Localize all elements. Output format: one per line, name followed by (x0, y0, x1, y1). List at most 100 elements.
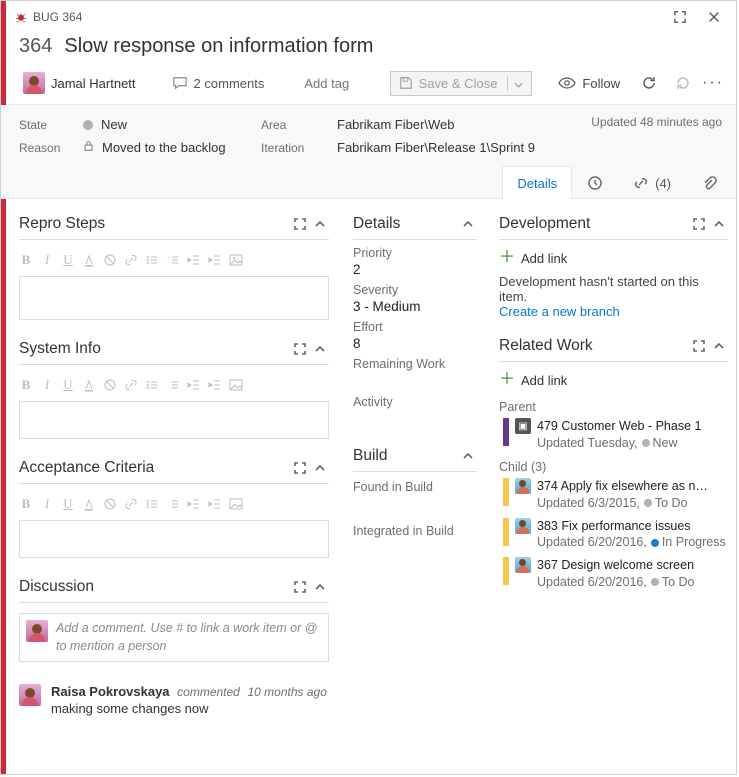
chevron-up-icon[interactable] (710, 215, 728, 233)
related-item[interactable]: 383 Fix performance issuesUpdated 6/20/2… (503, 518, 728, 552)
meta-area: Updated 48 minutes ago State New Area Fa… (1, 105, 736, 199)
clear-format-icon[interactable] (103, 377, 117, 393)
discussion-title: Discussion (19, 578, 291, 596)
outdent-icon[interactable] (187, 496, 201, 512)
updated-text: Updated 48 minutes ago (591, 115, 722, 129)
dev-add-link-button[interactable]: ＋ Add link (499, 246, 728, 270)
expand-icon[interactable] (291, 578, 309, 596)
comments-button[interactable]: 2 comments (162, 74, 275, 93)
repro-rte-toolbar[interactable]: B I U 1 (19, 250, 329, 272)
chevron-up-icon[interactable] (459, 215, 477, 233)
font-color-icon[interactable] (82, 377, 96, 393)
history-icon (587, 175, 603, 191)
related-item[interactable]: 374 Apply fix elsewhere as n…Updated 6/3… (503, 478, 728, 512)
related-item[interactable]: ▣ 479 Customer Web - Phase 1 Updated Tue… (503, 418, 728, 452)
italic-icon[interactable]: I (40, 496, 54, 512)
chevron-up-icon[interactable] (710, 337, 728, 355)
development-header: Development (499, 213, 728, 240)
acceptance-rte-toolbar[interactable]: BIU (19, 494, 329, 516)
more-actions-icon[interactable]: ··· (700, 74, 726, 92)
development-empty-text: Development hasn't started on this item. (499, 274, 728, 304)
image-icon[interactable] (229, 252, 243, 268)
fullscreen-icon[interactable] (666, 5, 694, 29)
system-info-input[interactable] (19, 401, 329, 439)
related-add-link-button[interactable]: ＋ Add link (499, 368, 728, 392)
area-field[interactable]: Fabrikam Fiber\Web (337, 117, 455, 132)
link-icon[interactable] (124, 377, 138, 393)
italic-icon[interactable]: I (40, 252, 54, 268)
chevron-up-icon[interactable] (311, 215, 329, 233)
plus-icon: ＋ (499, 372, 515, 388)
activity-field[interactable] (353, 411, 477, 427)
underline-icon[interactable]: U (61, 377, 75, 393)
chevron-up-icon[interactable] (311, 459, 329, 477)
tab-history[interactable] (572, 166, 618, 199)
outdent-icon[interactable] (187, 377, 201, 393)
assignee-picker[interactable]: Jamal Hartnett (19, 70, 140, 96)
tab-details[interactable]: Details (502, 166, 572, 199)
details-header: Details (353, 213, 477, 240)
create-branch-link[interactable]: Create a new branch (499, 304, 728, 319)
outdent-icon[interactable] (187, 252, 201, 268)
undo-icon[interactable] (670, 71, 696, 95)
number-list-icon[interactable] (166, 496, 180, 512)
sysinfo-rte-toolbar[interactable]: BIU (19, 375, 329, 397)
bold-icon[interactable]: B (19, 496, 33, 512)
remaining-field[interactable] (353, 373, 477, 389)
image-icon[interactable] (229, 377, 243, 393)
avatar (23, 72, 45, 94)
effort-field[interactable]: 8 (353, 336, 477, 351)
reason-field[interactable]: Moved to the backlog (83, 140, 261, 155)
indent-icon[interactable] (208, 377, 222, 393)
number-list-icon[interactable] (166, 377, 180, 393)
indent-icon[interactable] (208, 252, 222, 268)
link-icon[interactable] (124, 496, 138, 512)
development-title: Development (499, 215, 690, 233)
integrated-build-field[interactable] (353, 540, 477, 556)
priority-field[interactable]: 2 (353, 262, 477, 277)
image-icon[interactable] (229, 496, 243, 512)
tab-attachments[interactable] (686, 166, 732, 199)
bullet-list-icon[interactable] (145, 377, 159, 393)
save-dropdown-chevron[interactable] (507, 76, 523, 91)
iteration-field[interactable]: Fabrikam Fiber\Release 1\Sprint 9 (337, 140, 535, 155)
font-color-icon[interactable] (82, 496, 96, 512)
underline-icon[interactable]: U (61, 252, 75, 268)
refresh-icon[interactable] (636, 71, 662, 95)
italic-icon[interactable]: I (40, 377, 54, 393)
underline-icon[interactable]: U (61, 496, 75, 512)
indent-icon[interactable] (208, 496, 222, 512)
expand-icon[interactable] (291, 459, 309, 477)
add-tag-button[interactable]: Add tag (294, 74, 359, 93)
expand-icon[interactable] (291, 340, 309, 358)
severity-field[interactable]: 3 - Medium (353, 299, 477, 314)
chevron-up-icon[interactable] (459, 447, 477, 465)
repro-steps-input[interactable] (19, 276, 329, 320)
work-item-title[interactable]: 364 Slow response on information form (1, 31, 736, 68)
acceptance-input[interactable] (19, 520, 329, 558)
number-list-icon[interactable]: 1 (166, 252, 180, 268)
bullet-list-icon[interactable] (145, 252, 159, 268)
clear-format-icon[interactable] (103, 252, 117, 268)
expand-icon[interactable] (690, 337, 708, 355)
state-field[interactable]: New (83, 117, 261, 132)
expand-icon[interactable] (291, 215, 309, 233)
chevron-up-icon[interactable] (311, 578, 329, 596)
bold-icon[interactable]: B (19, 252, 33, 268)
close-icon[interactable] (700, 5, 728, 29)
reason-value: Moved to the backlog (102, 140, 226, 155)
save-close-button[interactable]: Save & Close (390, 71, 533, 96)
tab-links[interactable]: (4) (618, 166, 686, 199)
bullet-list-icon[interactable] (145, 496, 159, 512)
link-icon[interactable] (124, 252, 138, 268)
font-color-icon[interactable] (82, 252, 96, 268)
plus-icon: ＋ (499, 250, 515, 266)
clear-format-icon[interactable] (103, 496, 117, 512)
follow-button[interactable]: Follow (550, 74, 628, 93)
bold-icon[interactable]: B (19, 377, 33, 393)
discussion-input[interactable]: Add a comment. Use # to link a work item… (19, 613, 329, 662)
found-build-field[interactable] (353, 496, 477, 514)
chevron-up-icon[interactable] (311, 340, 329, 358)
related-item[interactable]: 367 Design welcome screenUpdated 6/20/20… (503, 557, 728, 591)
expand-icon[interactable] (690, 215, 708, 233)
